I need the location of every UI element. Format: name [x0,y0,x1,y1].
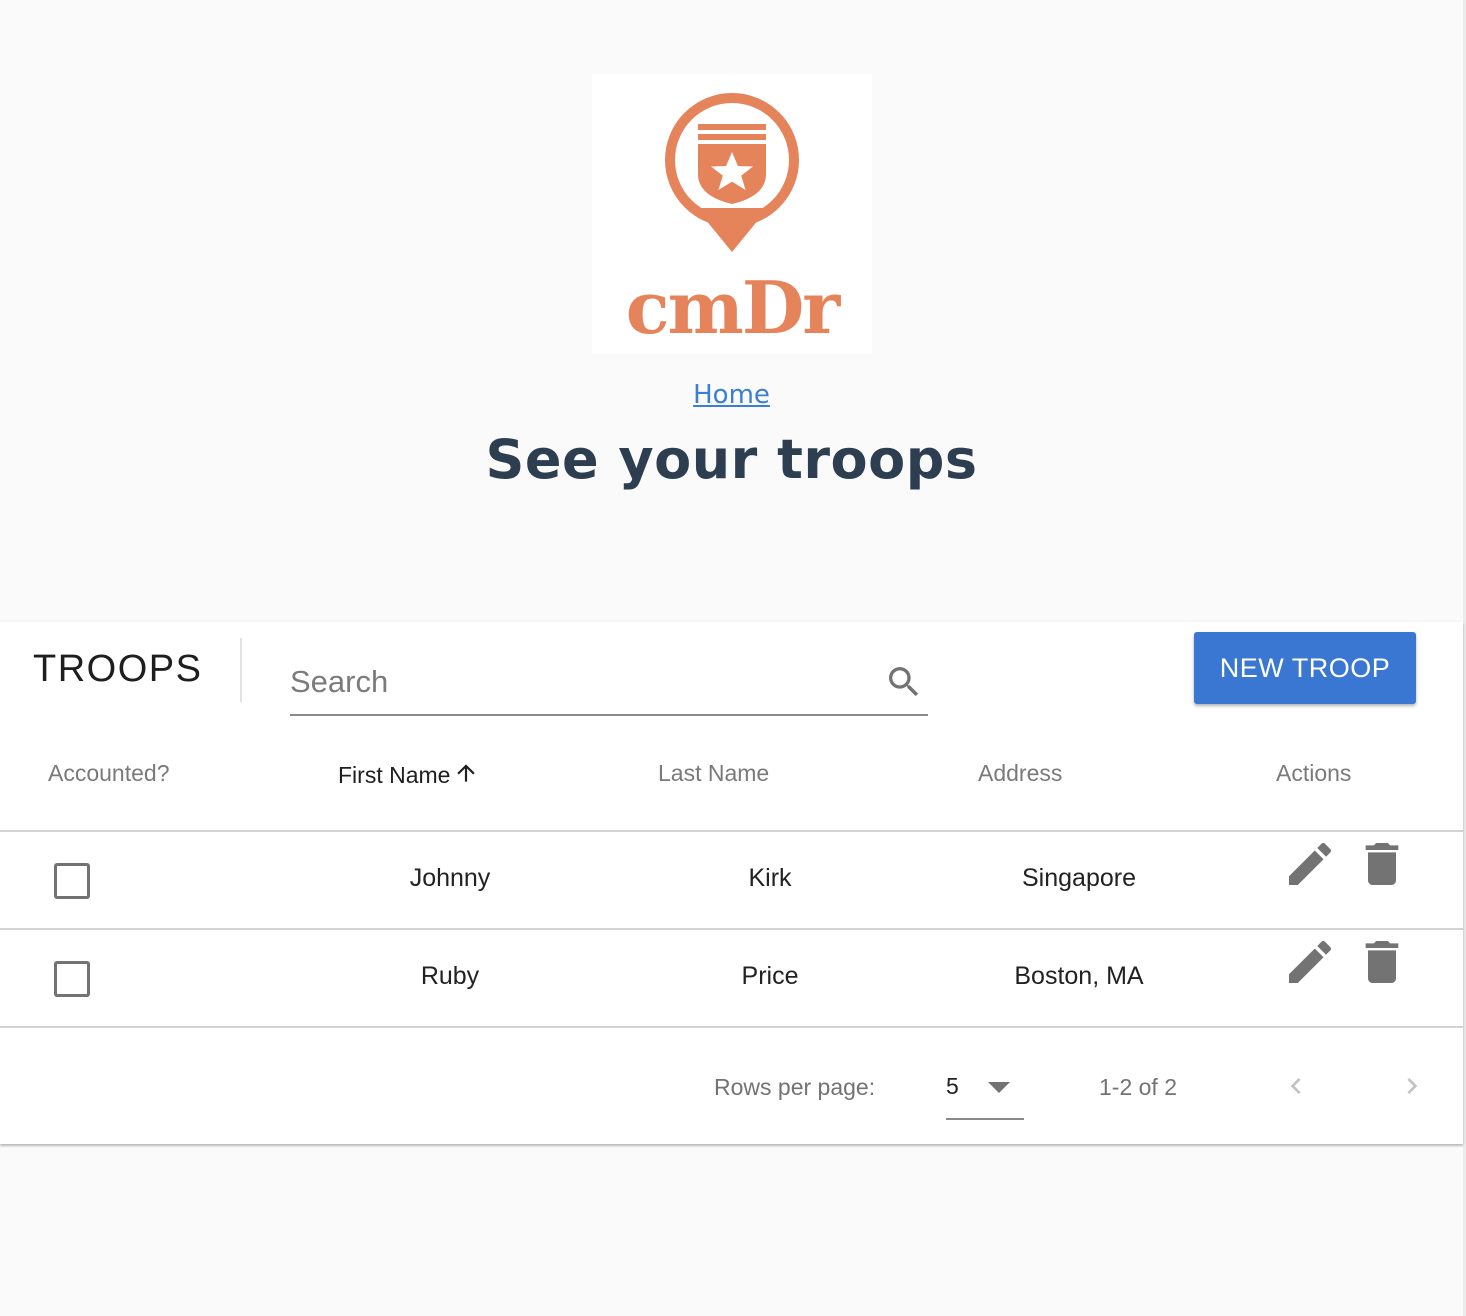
column-header-last-name[interactable]: Last Name [658,760,769,787]
column-header-actions: Actions [1276,760,1352,786]
first-name-cell: Johnny [409,864,491,892]
next-page-icon[interactable] [1396,1070,1428,1102]
edit-icon[interactable] [1282,836,1338,892]
search-input[interactable] [290,660,870,704]
table-title: TROOPS [33,648,203,690]
column-header-first-name-label: First Name [338,762,451,788]
cmdr-logo: cmDr [592,74,872,354]
sort-ascending-icon [457,764,476,782]
accounted-checkbox[interactable] [54,863,90,899]
table-row: Johnny Kirk Singapore [0,832,1463,928]
accounted-checkbox[interactable] [54,961,90,997]
address-cell: Boston, MA [1014,962,1144,990]
new-troop-button[interactable]: NEW TROOP [1194,632,1416,704]
toolbar-divider [240,638,242,702]
row-divider [0,1026,1463,1028]
pagination-range: 1-2 of 2 [1099,1074,1177,1100]
address-cell: Singapore [1022,864,1136,892]
column-header-address[interactable]: Address [978,760,1062,787]
home-link[interactable]: Home [0,380,1463,410]
troops-table-card: TROOPS NEW TROOP Accounted? First Name L… [0,622,1463,1144]
column-header-accounted: Accounted? [48,760,170,786]
first-name-cell: Ruby [420,962,480,990]
dropdown-arrow-icon [988,1082,1010,1093]
previous-page-icon[interactable] [1280,1070,1312,1102]
rows-per-page-select[interactable]: 5 [946,1062,1024,1120]
last-name-cell: Price [741,962,799,990]
last-name-cell: Kirk [748,864,792,892]
rows-per-page-label: Rows per page: [714,1074,876,1100]
delete-icon[interactable] [1354,934,1410,990]
page-title: See your troops [485,428,978,491]
delete-icon[interactable] [1354,836,1410,892]
table-row: Ruby Price Boston, MA [0,930,1463,1026]
logo-wordmark: cmDr [625,265,840,350]
column-header-first-name[interactable]: First Name [338,760,479,789]
search-field [290,652,928,716]
search-icon[interactable] [884,662,924,702]
rows-per-page-value: 5 [946,1073,959,1099]
edit-icon[interactable] [1282,934,1338,990]
